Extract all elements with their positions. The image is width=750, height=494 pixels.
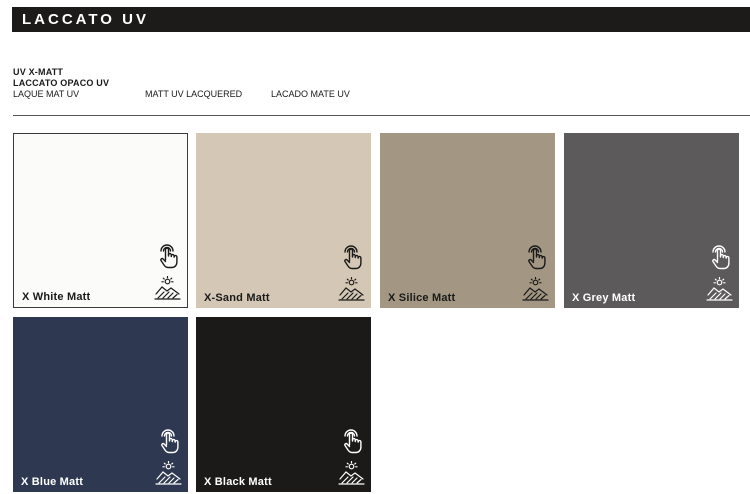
uv-sun-surface-icon xyxy=(155,461,182,485)
swatch-label: X Grey Matt xyxy=(572,292,636,304)
finish-name-fr: LAQUE MAT UV xyxy=(13,89,80,99)
uv-sun-surface-icon xyxy=(338,461,365,485)
finish-code: UV X-MATT xyxy=(13,67,64,77)
swatch-label: X Blue Matt xyxy=(21,476,84,488)
swatch-x-blue-matt[interactable]: X Blue Matt xyxy=(13,317,188,492)
divider xyxy=(13,115,750,116)
touch-hand-icon xyxy=(161,429,179,454)
touch-hand-icon xyxy=(344,245,362,270)
swatch-label: X Black Matt xyxy=(204,476,272,488)
touch-hand-icon xyxy=(712,245,730,270)
uv-sun-surface-icon xyxy=(522,277,549,301)
swatch-x-silice-matt[interactable]: X Silice Matt xyxy=(380,133,555,308)
swatch-x-white-matt[interactable]: X White Matt xyxy=(13,133,188,308)
uv-sun-surface-icon xyxy=(338,277,365,301)
uv-sun-surface-icon xyxy=(706,277,733,301)
page-title-bar: LACCATO UV xyxy=(12,7,750,32)
touch-hand-icon xyxy=(528,245,546,270)
swatch-x-sand-matt[interactable]: X-Sand Matt xyxy=(196,133,371,308)
finish-name-es: LACADO MATE UV xyxy=(271,89,350,99)
finish-name-en: MATT UV LACQUERED xyxy=(145,89,243,99)
finish-name-it: LACCATO OPACO UV xyxy=(13,78,110,88)
swatch-label: X Silice Matt xyxy=(388,292,456,304)
swatch-label: X White Matt xyxy=(22,291,91,303)
finish-description: UV X-MATT LACCATO OPACO UV LAQUE MAT UV … xyxy=(13,67,350,100)
touch-hand-icon xyxy=(160,244,178,269)
uv-sun-surface-icon xyxy=(154,276,181,300)
page-title: LACCATO UV xyxy=(22,11,149,28)
touch-hand-icon xyxy=(344,429,362,454)
swatch-x-grey-matt[interactable]: X Grey Matt xyxy=(564,133,739,308)
swatch-x-black-matt[interactable]: X Black Matt xyxy=(196,317,371,492)
swatch-label: X-Sand Matt xyxy=(204,292,270,304)
